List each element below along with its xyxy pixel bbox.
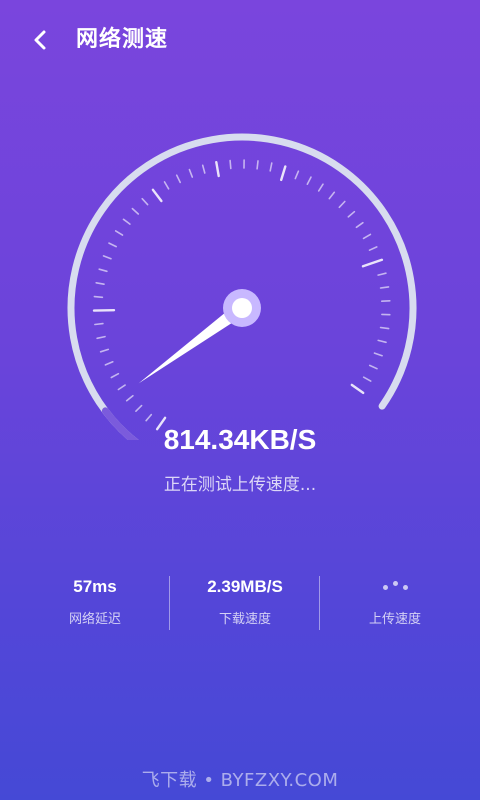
latency-value: 57ms [73,577,117,596]
gauge-tick [145,413,153,422]
gauge-tick [110,372,120,379]
gauge-tick [125,394,134,402]
gauge-tick [355,221,364,229]
gauge-tick [98,268,108,273]
gauge-tick [280,165,287,182]
latency-label: 网络延迟 [68,612,121,627]
stats-panel: 57ms 网络延迟 2.39MB/S 下载速度 上传速度 [20,570,470,640]
stat-upload: 上传速度 [320,570,470,640]
gauge-tick [163,181,170,190]
gauge-tick [104,361,114,366]
gauge-tick [362,376,372,382]
gauge-tick [131,207,140,215]
page-title: 网络测速 [76,27,169,52]
gauge-tick [151,188,163,203]
stat-latency: 57ms 网络延迟 [20,570,170,640]
download-label: 下载速度 [218,612,271,627]
gauge-tick [362,233,372,240]
gauge-tick [368,364,378,370]
back-button[interactable] [22,22,58,58]
current-speed: 814.34KB/S [163,424,317,455]
gauge-tick [256,160,259,170]
test-status: 正在测试上传速度... [163,475,317,495]
gauge-tick [188,168,194,178]
gauge-hub-center [232,298,252,318]
gauge-tick [361,258,384,268]
gauge-tick [141,197,149,206]
gauge-tick [377,339,387,344]
download-value: 2.39MB/S [207,577,283,596]
gauge-tick [379,326,390,330]
gauge-tick [215,161,220,178]
gauge-tick [95,282,105,285]
gauge-tick [94,322,104,326]
gauge-tick [135,404,143,413]
gauge-tick [379,286,390,289]
watermark: 飞下载 • BYFZXY.COM [141,770,339,791]
gauge-tick [99,348,110,353]
gauge-tick [93,295,104,299]
gauge-tick [338,200,346,209]
gauge-tick [114,230,124,236]
gauge-tick [373,352,383,357]
gauge-tick [377,272,387,276]
gauge-tick [175,174,181,184]
stat-download: 2.39MB/S 下载速度 [170,570,320,640]
speed-gauge [67,133,417,440]
chevron-left-icon [34,30,46,50]
gauge-tick [294,170,300,180]
app-header: 网络测速 [0,0,480,80]
gauge-tick [347,210,356,218]
gauge-tick [350,383,365,395]
gauge-tick [269,162,273,172]
gauge-tick [317,183,324,192]
gauge-tick [328,191,336,200]
gauge-tick [117,384,126,391]
gauge-tick [368,246,378,251]
upload-label: 上传速度 [368,612,421,627]
loading-dots-icon [320,574,470,600]
gauge-tick [122,218,131,225]
gauge-tick [108,242,117,248]
gauge-tick [102,255,112,260]
gauge-tick [229,159,232,170]
gauge-tick [96,335,106,340]
gauge-tick [306,176,312,185]
gauge-track-arc [67,133,417,440]
gauge-tick [201,164,206,174]
